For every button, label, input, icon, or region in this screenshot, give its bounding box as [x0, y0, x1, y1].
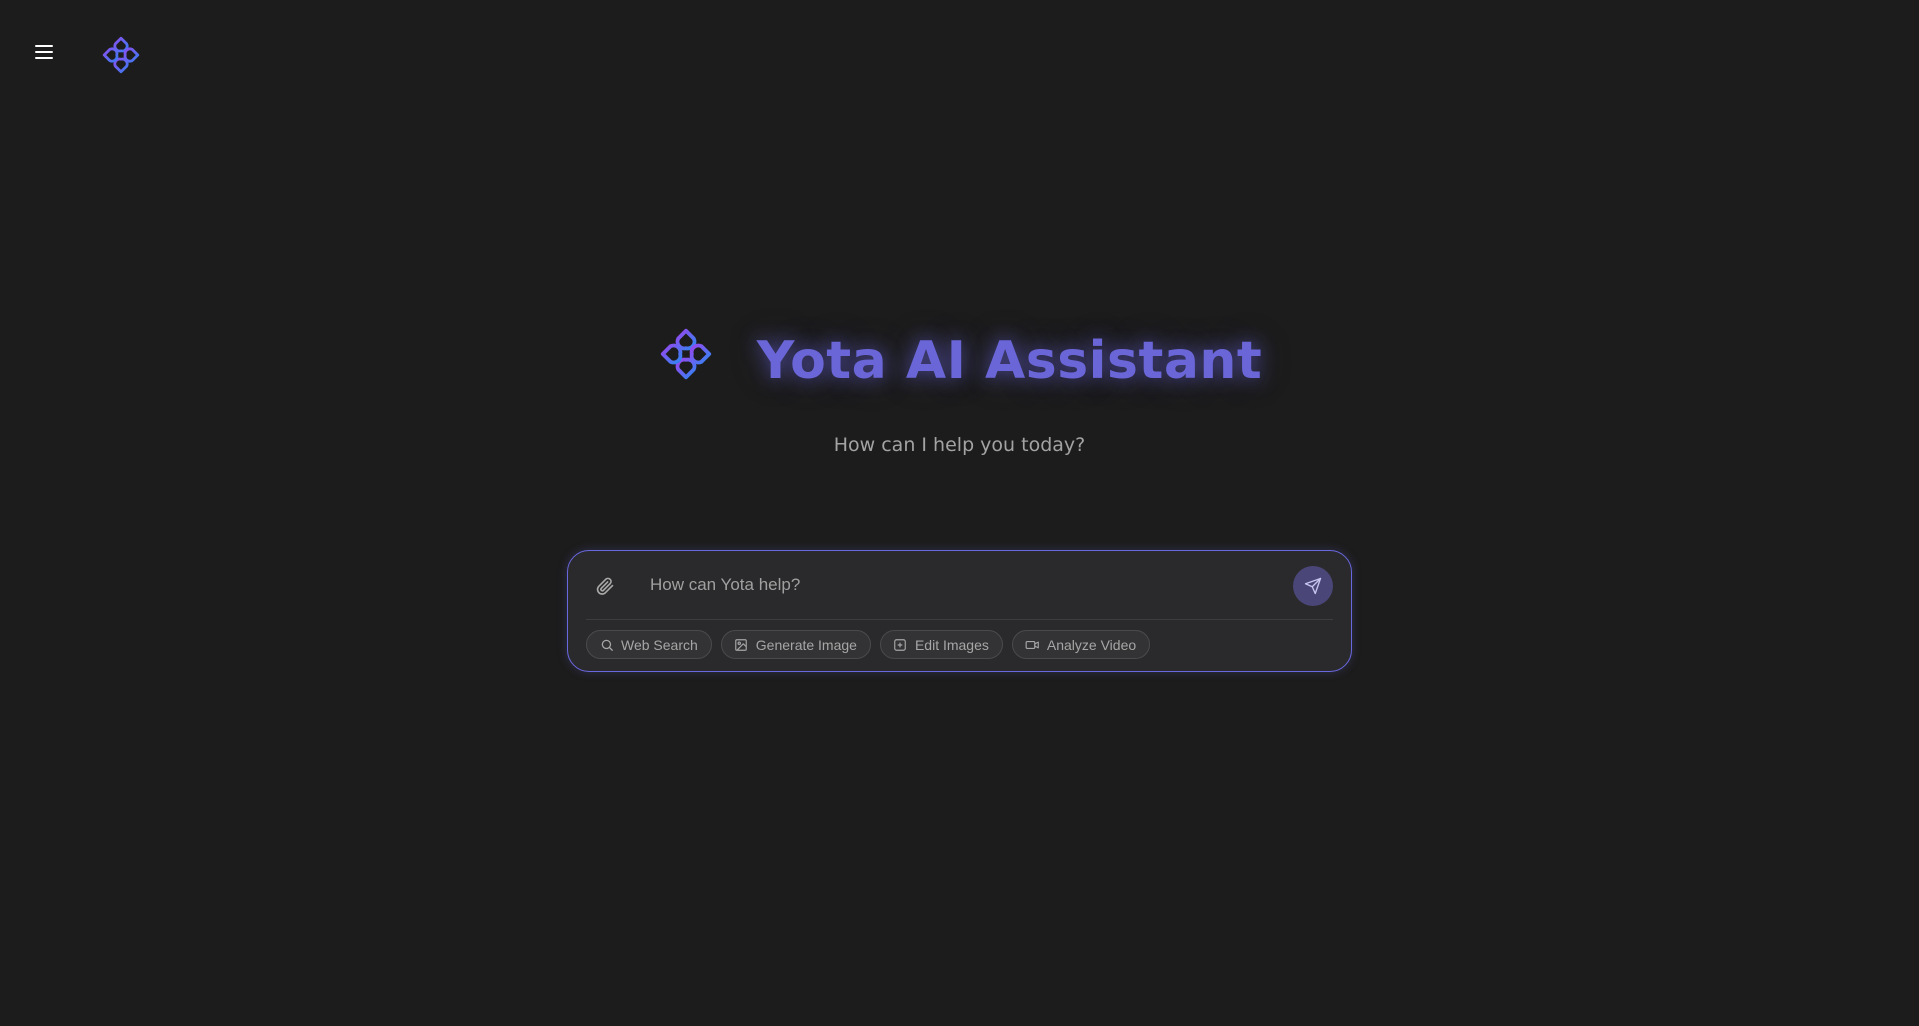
send-icon[interactable]	[1304, 577, 1322, 595]
edit-image-icon	[893, 637, 908, 652]
chat-composer: Web Search Generate Image	[567, 550, 1352, 672]
image-icon	[734, 637, 749, 652]
attach-button[interactable]	[592, 573, 618, 599]
hamburger-menu-icon[interactable]	[34, 44, 54, 60]
web-search-label: Web Search	[621, 636, 698, 653]
hero-header: Yota AI Assistant	[0, 326, 1919, 396]
web-search-button[interactable]: Web Search	[586, 630, 712, 659]
analyze-video-button[interactable]: Analyze Video	[1011, 630, 1151, 659]
edit-images-label: Edit Images	[914, 636, 989, 653]
page-title: Yota AI Assistant	[756, 331, 1263, 391]
paperclip-icon[interactable]	[595, 576, 615, 596]
yota-logo-icon[interactable]	[100, 34, 142, 76]
tool-chips: Web Search Generate Image Edit Images An…	[586, 630, 1151, 659]
app-page: Yota AI Assistant How can I help you tod…	[0, 0, 1919, 1026]
generate-image-label: Generate Image	[755, 636, 857, 653]
edit-images-button[interactable]: Edit Images	[879, 630, 1003, 659]
analyze-video-label: Analyze Video	[1046, 636, 1137, 653]
menu-button[interactable]	[30, 38, 58, 66]
prompt-input[interactable]	[648, 567, 1252, 603]
search-icon	[599, 637, 614, 652]
video-icon	[1025, 637, 1040, 652]
page-subtitle: How can I help you today?	[833, 434, 1086, 456]
send-button[interactable]	[1293, 566, 1333, 606]
yota-logo-icon	[660, 328, 711, 380]
generate-image-button[interactable]: Generate Image	[720, 630, 871, 659]
composer-divider	[586, 619, 1333, 620]
